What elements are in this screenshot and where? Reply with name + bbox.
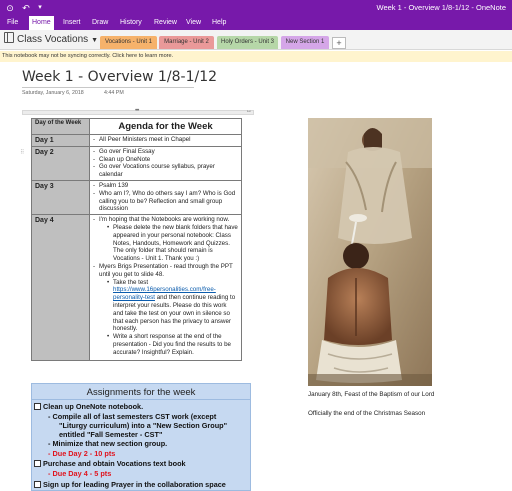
note-container-handle[interactable]: ••• ↔: [22, 108, 254, 115]
list-item: Write a short response at the end of the…: [107, 333, 238, 356]
menu-review[interactable]: Review: [151, 16, 180, 30]
task-subitem: entitled "Fall Semester - CST": [59, 430, 163, 439]
due-date: - Due Day 4 - 5 pts: [48, 469, 112, 478]
assignments-header: Assignments for the week: [86, 387, 196, 398]
resize-arrows-icon[interactable]: ↔: [246, 108, 252, 114]
list-item: Psalm 139: [93, 182, 238, 190]
column-header-day: Day of the Week: [31, 118, 90, 135]
divider: [32, 399, 250, 400]
section-tab-new-section[interactable]: New Section 1: [281, 36, 329, 49]
ribbon-menu: File Home Insert Draw History Review Vie…: [0, 16, 512, 30]
task-item: Sign up for leading Prayer in the collab…: [34, 480, 226, 489]
menu-file[interactable]: File: [4, 16, 21, 30]
agenda-cell[interactable]: Go over Final Essay Clean up OneNote Go …: [89, 145, 242, 181]
chevron-down-icon[interactable]: ▾: [34, 2, 46, 14]
sync-warning-bar[interactable]: This notebook may not be syncing correct…: [0, 51, 512, 62]
page-time: 4:44 PM: [104, 90, 124, 96]
title-underline: [22, 87, 194, 88]
checkbox[interactable]: [34, 460, 41, 467]
table-row: Day 3 Psalm 139 Who am I?, Who do others…: [31, 179, 242, 216]
due-date: - Due Day 2 - 10 pts: [48, 449, 116, 458]
list-item: Go over Vocations course syllabus, praye…: [93, 163, 238, 179]
page-date: Saturday, January 6, 2018: [22, 90, 84, 96]
list-item: Take the test https://www.16personalitie…: [107, 279, 238, 334]
list-item: Clean up OneNote: [93, 156, 238, 164]
notebook-picker[interactable]: Class Vocations ▼: [4, 32, 98, 48]
task-item: Clean up OneNote notebook.: [34, 402, 143, 411]
agenda-table: Day of the Week Agenda for the Week Day …: [31, 118, 242, 362]
assignments-box[interactable]: Assignments for the week Clean up OneNot…: [31, 383, 251, 491]
day-label: Day 3: [31, 179, 90, 216]
drag-handle-icon[interactable]: •••: [135, 108, 139, 114]
menu-history[interactable]: History: [117, 16, 145, 30]
task-subitem: "Liturgy curriculum) into a "New Section…: [59, 421, 228, 430]
task-subitem: - Compile all of last semesters CST work…: [48, 412, 217, 421]
day-label: Day 1: [31, 134, 90, 147]
agenda-cell[interactable]: I'm hoping that the Notebooks are workin…: [89, 214, 242, 362]
column-header-agenda: Agenda for the Week: [89, 118, 242, 135]
list-item: Go over Final Essay: [93, 148, 238, 156]
text: Take the test: [113, 278, 149, 286]
task-text: Compile all of last semesters CST work (…: [52, 412, 217, 421]
menu-home[interactable]: Home: [29, 16, 54, 30]
task-label: Sign up for leading Prayer in the collab…: [43, 480, 226, 489]
agenda-cell[interactable]: All Peer Ministers meet in Chapel: [89, 134, 242, 147]
window-title: Week 1 - Overview 1/8-1/12 - OneNote: [376, 3, 507, 12]
title-bar: ⊙ ↶ ▾ Week 1 - Overview 1/8-1/12 - OneNo…: [0, 0, 512, 16]
undo-icon[interactable]: ↶: [20, 2, 32, 14]
notebook-icon: [4, 32, 14, 43]
menu-help[interactable]: Help: [209, 16, 229, 30]
section-tab-marriage[interactable]: Marriage - Unit 2: [159, 36, 214, 49]
page-title[interactable]: Week 1 - Overview 1/8-1/12: [22, 69, 217, 85]
paragraph-handle-icon[interactable]: ⠿: [20, 149, 24, 156]
image-caption: January 8th, Feast of the Baptism of our…: [308, 391, 435, 398]
table-row: Day 2 Go over Final Essay Clean up OneNo…: [31, 145, 242, 181]
list-item: All Peer Ministers meet in Chapel: [93, 136, 238, 144]
checkbox[interactable]: [34, 403, 41, 410]
due-text: Due Day 4 - 5 pts: [52, 469, 112, 478]
task-label: Clean up OneNote notebook.: [43, 402, 144, 411]
task-text: Minimize that new section group.: [52, 439, 168, 448]
notebook-name: Class Vocations: [17, 34, 89, 45]
chevron-down-icon: ▼: [91, 37, 99, 44]
baptism-illustration: [308, 118, 432, 386]
add-section-button[interactable]: +: [332, 37, 346, 49]
back-arrow-icon[interactable]: ⊙: [4, 2, 16, 14]
section-tab-holy-orders[interactable]: Holy Orders - Unit 3: [217, 36, 278, 49]
section-tab-bar: Class Vocations ▼ Vocations - Unit 1 Marr…: [0, 30, 512, 50]
table-row: Day 4 I'm hoping that the Notebooks are …: [31, 214, 242, 362]
checkbox[interactable]: [34, 481, 41, 488]
task-label: Purchase and obtain Vocations text book: [43, 459, 186, 468]
task-subitem: - Minimize that new section group.: [48, 439, 168, 448]
menu-insert[interactable]: Insert: [60, 16, 84, 30]
table-row: Day of the Week Agenda for the Week: [31, 118, 242, 135]
menu-draw[interactable]: Draw: [89, 16, 111, 30]
list-item: Myers Brigs Presentation - read through …: [93, 263, 238, 279]
table-row: Day 1 All Peer Ministers meet in Chapel: [31, 134, 242, 147]
agenda-cell[interactable]: Psalm 139 Who am I?, Who do others say I…: [89, 179, 242, 216]
menu-view[interactable]: View: [183, 16, 204, 30]
list-item: I'm hoping that the Notebooks are workin…: [93, 216, 238, 224]
section-tab-vocations[interactable]: Vocations - Unit 1: [100, 36, 157, 49]
day-label: Day 4: [31, 214, 90, 362]
list-item: Please delete the new blank folders that…: [107, 224, 238, 263]
due-text: Due Day 2 - 10 pts: [52, 449, 116, 458]
task-item: Purchase and obtain Vocations text book: [34, 459, 186, 468]
image-note: Officially the end of the Christmas Seas…: [308, 410, 426, 417]
day-label: Day 2: [31, 145, 90, 181]
list-item: Who am I?, Who do others say I am? Who i…: [93, 190, 238, 213]
baptism-image[interactable]: [308, 118, 432, 386]
